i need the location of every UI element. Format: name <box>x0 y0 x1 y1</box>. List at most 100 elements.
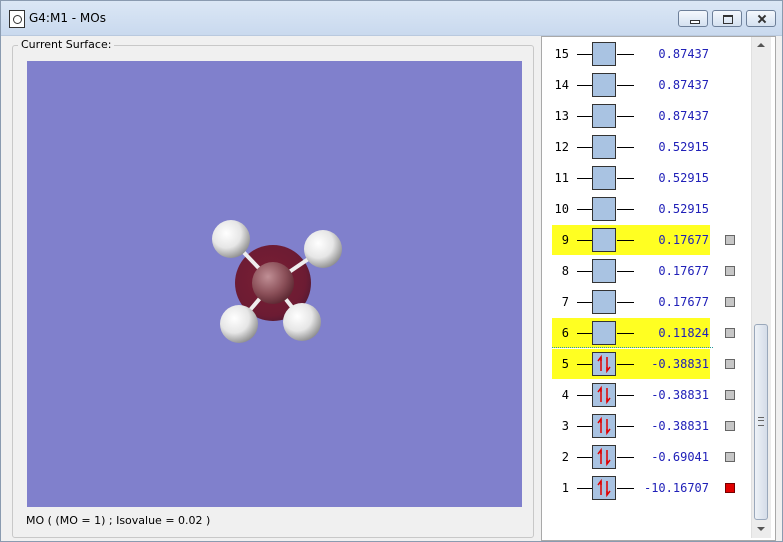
orbital-number: 8 <box>561 264 569 278</box>
level-line <box>577 395 592 396</box>
surface-checkbox[interactable] <box>725 328 735 338</box>
orbital-row[interactable]: 3 -0.38831 <box>542 411 762 441</box>
orbital-row[interactable]: 6 0.11824 <box>542 318 762 348</box>
close-button[interactable] <box>746 10 776 27</box>
orbital-number: 7 <box>561 295 569 309</box>
orbital-number: 1 <box>561 481 569 495</box>
grip-icon <box>758 417 764 426</box>
orbital-box[interactable] <box>592 445 616 469</box>
surface-checkbox[interactable] <box>725 266 735 276</box>
orbital-energy: 0.87437 <box>658 78 709 92</box>
homo-lumo-separator <box>552 347 713 348</box>
scrollbar-thumb[interactable] <box>754 324 768 520</box>
orbital-energy: 0.52915 <box>658 171 709 185</box>
minimize-icon <box>679 11 707 26</box>
orbital-row[interactable]: 8 0.17677 <box>542 256 762 286</box>
orbital-row[interactable]: 13 0.87437 <box>542 101 762 131</box>
orbital-box[interactable] <box>592 352 616 376</box>
close-icon <box>747 11 775 26</box>
orbital-energy: -0.69041 <box>651 450 709 464</box>
orbital-row[interactable]: 14 0.87437 <box>542 70 762 100</box>
surface-checkbox[interactable] <box>725 359 735 369</box>
orbital-row[interactable]: 10 0.52915 <box>542 194 762 224</box>
orbital-number: 11 <box>554 171 569 185</box>
level-line <box>577 426 592 427</box>
orbital-box[interactable] <box>592 135 616 159</box>
orbital-number: 4 <box>561 388 569 402</box>
orbital-energy: 0.87437 <box>658 47 709 61</box>
level-line <box>577 457 592 458</box>
level-line <box>577 240 592 241</box>
orbital-box[interactable] <box>592 290 616 314</box>
orbital-number: 2 <box>561 450 569 464</box>
orbital-box[interactable] <box>592 414 616 438</box>
surface-checkbox[interactable] <box>725 452 735 462</box>
orbital-energy: 0.52915 <box>658 140 709 154</box>
orbital-number: 5 <box>561 357 569 371</box>
orbital-energy-panel[interactable]: 15 0.87437 14 0.87437 13 0.87437 12 0.52915 11 0.… <box>541 36 776 541</box>
methane-molecule-render <box>212 220 342 343</box>
title-bar[interactable]: G4:M1 - MOs <box>1 1 782 36</box>
surface-checkbox[interactable] <box>725 297 735 307</box>
maximize-button[interactable] <box>712 10 742 27</box>
orbital-box[interactable] <box>592 104 616 128</box>
molecule-viewport[interactable] <box>27 61 522 507</box>
orbital-row[interactable]: 4 -0.38831 <box>542 380 762 410</box>
hydrogen-atom <box>212 220 250 258</box>
window-title: G4:M1 - MOs <box>29 11 106 25</box>
current-surface-label: Current Surface: <box>18 38 115 51</box>
minimize-button[interactable] <box>678 10 708 27</box>
orbital-box[interactable] <box>592 42 616 66</box>
orbital-box[interactable] <box>592 166 616 190</box>
orbital-row[interactable]: 5 -0.38831 <box>542 349 762 379</box>
document-icon <box>9 10 25 28</box>
electron-pair-icon <box>597 447 611 467</box>
orbital-energy: 0.17677 <box>658 233 709 247</box>
orbital-list-scrollbar[interactable] <box>751 37 771 538</box>
orbital-number: 15 <box>554 47 569 61</box>
orbital-energy: 0.17677 <box>658 264 709 278</box>
orbital-row[interactable]: 9 0.17677 <box>542 225 762 255</box>
orbital-number: 12 <box>554 140 569 154</box>
orbital-box[interactable] <box>592 228 616 252</box>
level-line <box>577 333 592 334</box>
orbital-row[interactable]: 2 -0.69041 <box>542 442 762 472</box>
orbital-box[interactable] <box>592 383 616 407</box>
orbital-row[interactable]: 1 -10.16707 <box>542 473 762 503</box>
orbital-box[interactable] <box>592 197 616 221</box>
orbital-row[interactable]: 11 0.52915 <box>542 163 762 193</box>
orbital-box[interactable] <box>592 476 616 500</box>
orbital-box[interactable] <box>592 321 616 345</box>
orbital-row[interactable]: 12 0.52915 <box>542 132 762 162</box>
orbital-number: 13 <box>554 109 569 123</box>
scroll-up-arrow-icon[interactable] <box>752 37 771 54</box>
orbital-box[interactable] <box>592 73 616 97</box>
orbital-number: 3 <box>561 419 569 433</box>
level-line <box>577 271 592 272</box>
orbital-number: 10 <box>554 202 569 216</box>
level-line <box>577 302 592 303</box>
maximize-icon <box>713 11 741 26</box>
surface-checkbox[interactable] <box>725 390 735 400</box>
electron-pair-icon <box>597 478 611 498</box>
orbital-energy: 0.11824 <box>658 326 709 340</box>
orbital-row[interactable]: 15 0.87437 <box>542 39 762 69</box>
orbital-box[interactable] <box>592 259 616 283</box>
orbital-energy: -0.38831 <box>651 357 709 371</box>
level-line <box>577 209 592 210</box>
level-line <box>577 147 592 148</box>
orbital-energy: 0.87437 <box>658 109 709 123</box>
orbital-number: 9 <box>561 233 569 247</box>
electron-pair-icon <box>597 354 611 374</box>
surface-checkbox[interactable] <box>725 483 735 493</box>
surface-checkbox[interactable] <box>725 421 735 431</box>
orbital-number: 6 <box>561 326 569 340</box>
level-line <box>577 488 592 489</box>
surface-checkbox[interactable] <box>725 235 735 245</box>
orbital-energy: 0.52915 <box>658 202 709 216</box>
level-line <box>577 116 592 117</box>
electron-pair-icon <box>597 416 611 436</box>
orbital-row[interactable]: 7 0.17677 <box>542 287 762 317</box>
hydrogen-atom <box>220 305 258 343</box>
scroll-down-arrow-icon[interactable] <box>752 521 771 538</box>
